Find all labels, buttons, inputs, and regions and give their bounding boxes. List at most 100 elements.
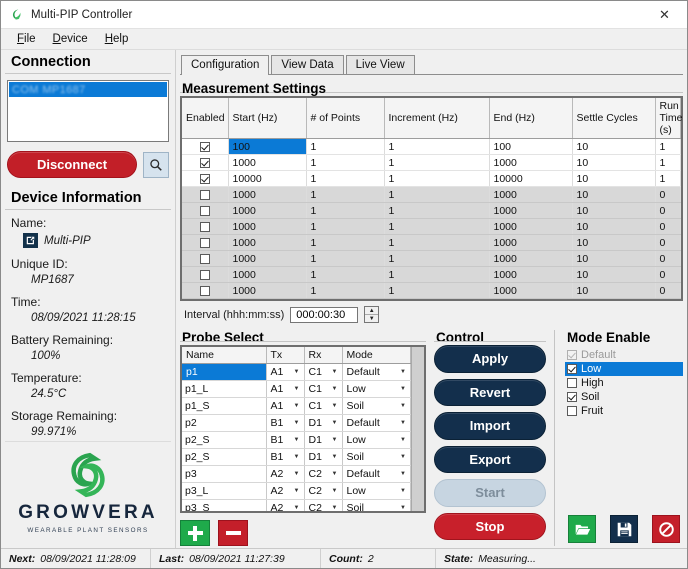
row-settle-cell[interactable]: 10 [572,282,656,299]
probe-mode-combo[interactable]: Low ▼ [345,381,407,397]
probe-tx-combo-cell[interactable]: B1 ▼ [266,414,305,432]
row-runtime-cell[interactable]: 1 [655,170,681,187]
chevron-down-icon[interactable]: ▼ [332,386,339,392]
row-start-cell[interactable]: 1000 [228,266,307,283]
row-runtime-cell[interactable]: 1 [655,154,681,171]
chevron-down-icon[interactable]: ▼ [332,420,339,426]
table-row[interactable]: 1000 1 1 1000 10 1 [182,154,681,171]
row-enabled-cell[interactable] [182,186,229,203]
chevron-down-icon[interactable]: ▼ [294,420,301,426]
probe-mode-combo-cell[interactable]: Default ▼ [342,414,411,432]
enabled-checkbox[interactable] [199,269,210,280]
probe-mode-combo[interactable]: Low ▼ [345,432,407,448]
row-points-cell[interactable]: 1 [306,250,385,267]
probe-tx-combo-cell[interactable]: B1 ▼ [266,431,305,449]
enabled-checkbox[interactable] [199,237,210,248]
enabled-checkbox[interactable] [199,285,210,296]
chevron-down-icon[interactable]: ▼ [332,505,339,511]
probe-rx-combo-cell[interactable]: D1 ▼ [304,414,343,432]
col-run-time[interactable]: Run Time (s) [655,98,682,139]
row-points-cell[interactable]: 1 [306,170,385,187]
row-enabled-cell[interactable] [182,138,229,155]
table-row[interactable]: 1000 1 1 1000 10 0 [182,266,681,283]
chevron-down-icon[interactable]: ▼ [400,454,407,460]
row-points-cell[interactable]: 1 [306,266,385,283]
row-points-cell[interactable]: 1 [306,218,385,235]
row-points-cell[interactable]: 1 [306,186,385,203]
disconnect-button[interactable]: Disconnect [7,151,137,178]
chevron-down-icon[interactable]: ▼ [332,437,339,443]
probe-rx-combo-cell[interactable]: C1 ▼ [304,363,343,381]
menu-file[interactable]: File [11,31,47,47]
probe-tx-combo-cell[interactable]: A1 ▼ [266,363,305,381]
row-runtime-cell[interactable]: 0 [655,202,681,219]
probe-tx-combo[interactable]: B1 ▼ [269,449,301,465]
probe-mode-combo[interactable]: Soil ▼ [345,449,407,465]
row-start-cell[interactable]: 1000 [228,186,307,203]
probe-mode-combo[interactable]: Default ▼ [345,466,407,482]
probe-mode-combo-cell[interactable]: Low ▼ [342,380,411,398]
row-enabled-cell[interactable] [182,282,229,299]
probe-rx-combo-cell[interactable]: C2 ▼ [304,499,343,511]
table-row[interactable]: 1000 1 1 1000 10 0 [182,282,681,299]
row-enabled-cell[interactable] [182,250,229,267]
col-settle-cycles[interactable]: Settle Cycles [572,98,656,139]
cancel-action-button[interactable] [652,515,680,543]
chevron-down-icon[interactable]: ▼ [294,454,301,460]
probe-row[interactable]: p3 A2 ▼ C2 ▼ Default ▼ [182,465,411,483]
probe-name-cell[interactable]: p3 [182,465,267,483]
row-end-cell[interactable]: 100 [489,138,573,155]
col-probe-tx[interactable]: Tx [266,347,305,364]
row-end-cell[interactable]: 1000 [489,154,573,171]
col-probe-mode[interactable]: Mode [342,347,411,364]
row-start-cell[interactable]: 1000 [228,218,307,235]
col-increment-hz[interactable]: Increment (Hz) [384,98,490,139]
row-settle-cell[interactable]: 10 [572,186,656,203]
enabled-checkbox[interactable] [199,141,210,152]
probe-tx-combo[interactable]: A2 ▼ [269,500,301,511]
chevron-down-icon[interactable]: ▼ [400,386,407,392]
probe-rx-combo[interactable]: C2 ▼ [307,483,339,499]
chevron-down-icon[interactable]: ▼ [332,454,339,460]
row-settle-cell[interactable]: 10 [572,170,656,187]
revert-button[interactable]: Revert [434,378,546,406]
row-runtime-cell[interactable]: 0 [655,218,681,235]
row-runtime-cell[interactable]: 0 [655,250,681,267]
row-enabled-cell[interactable] [182,266,229,283]
stop-button[interactable]: Stop [434,512,546,540]
probe-row[interactable]: p2_S B1 ▼ D1 ▼ Soil ▼ [182,448,411,466]
probe-name-cell[interactable]: p1_L [182,380,267,398]
row-points-cell[interactable]: 1 [306,154,385,171]
remove-probe-button[interactable] [218,520,248,546]
row-settle-cell[interactable]: 10 [572,202,656,219]
row-end-cell[interactable]: 1000 [489,266,573,283]
row-increment-cell[interactable]: 1 [384,202,490,219]
enabled-checkbox[interactable] [199,205,210,216]
stepper-down-icon[interactable]: ▼ [365,314,379,322]
table-row[interactable]: 10000 1 1 10000 10 1 [182,170,681,187]
chevron-down-icon[interactable]: ▼ [400,403,407,409]
probe-name-cell[interactable]: p2 [182,414,267,432]
enabled-checkbox[interactable] [199,173,210,184]
row-points-cell[interactable]: 1 [306,138,385,155]
row-increment-cell[interactable]: 1 [384,154,490,171]
probe-row[interactable]: p2 B1 ▼ D1 ▼ Default ▼ [182,414,411,432]
probe-mode-combo[interactable]: Default ▼ [345,415,407,431]
probe-tx-combo-cell[interactable]: A2 ▼ [266,482,305,500]
row-points-cell[interactable]: 1 [306,202,385,219]
save-file-button[interactable] [610,515,638,543]
row-increment-cell[interactable]: 1 [384,234,490,251]
probe-tx-combo[interactable]: A1 ▼ [269,364,301,380]
search-devices-button[interactable] [143,151,169,178]
row-settle-cell[interactable]: 10 [572,218,656,235]
col-end-hz[interactable]: End (Hz) [489,98,573,139]
chevron-down-icon[interactable]: ▼ [332,369,339,375]
chevron-down-icon[interactable]: ▼ [400,471,407,477]
chevron-down-icon[interactable]: ▼ [400,369,407,375]
probe-tx-combo-cell[interactable]: A2 ▼ [266,499,305,511]
probe-name-cell[interactable]: p1_S [182,397,267,415]
probe-mode-combo[interactable]: Soil ▼ [345,500,407,511]
row-settle-cell[interactable]: 10 [572,250,656,267]
probe-rx-combo-cell[interactable]: C2 ▼ [304,482,343,500]
row-runtime-cell[interactable]: 0 [655,266,681,283]
